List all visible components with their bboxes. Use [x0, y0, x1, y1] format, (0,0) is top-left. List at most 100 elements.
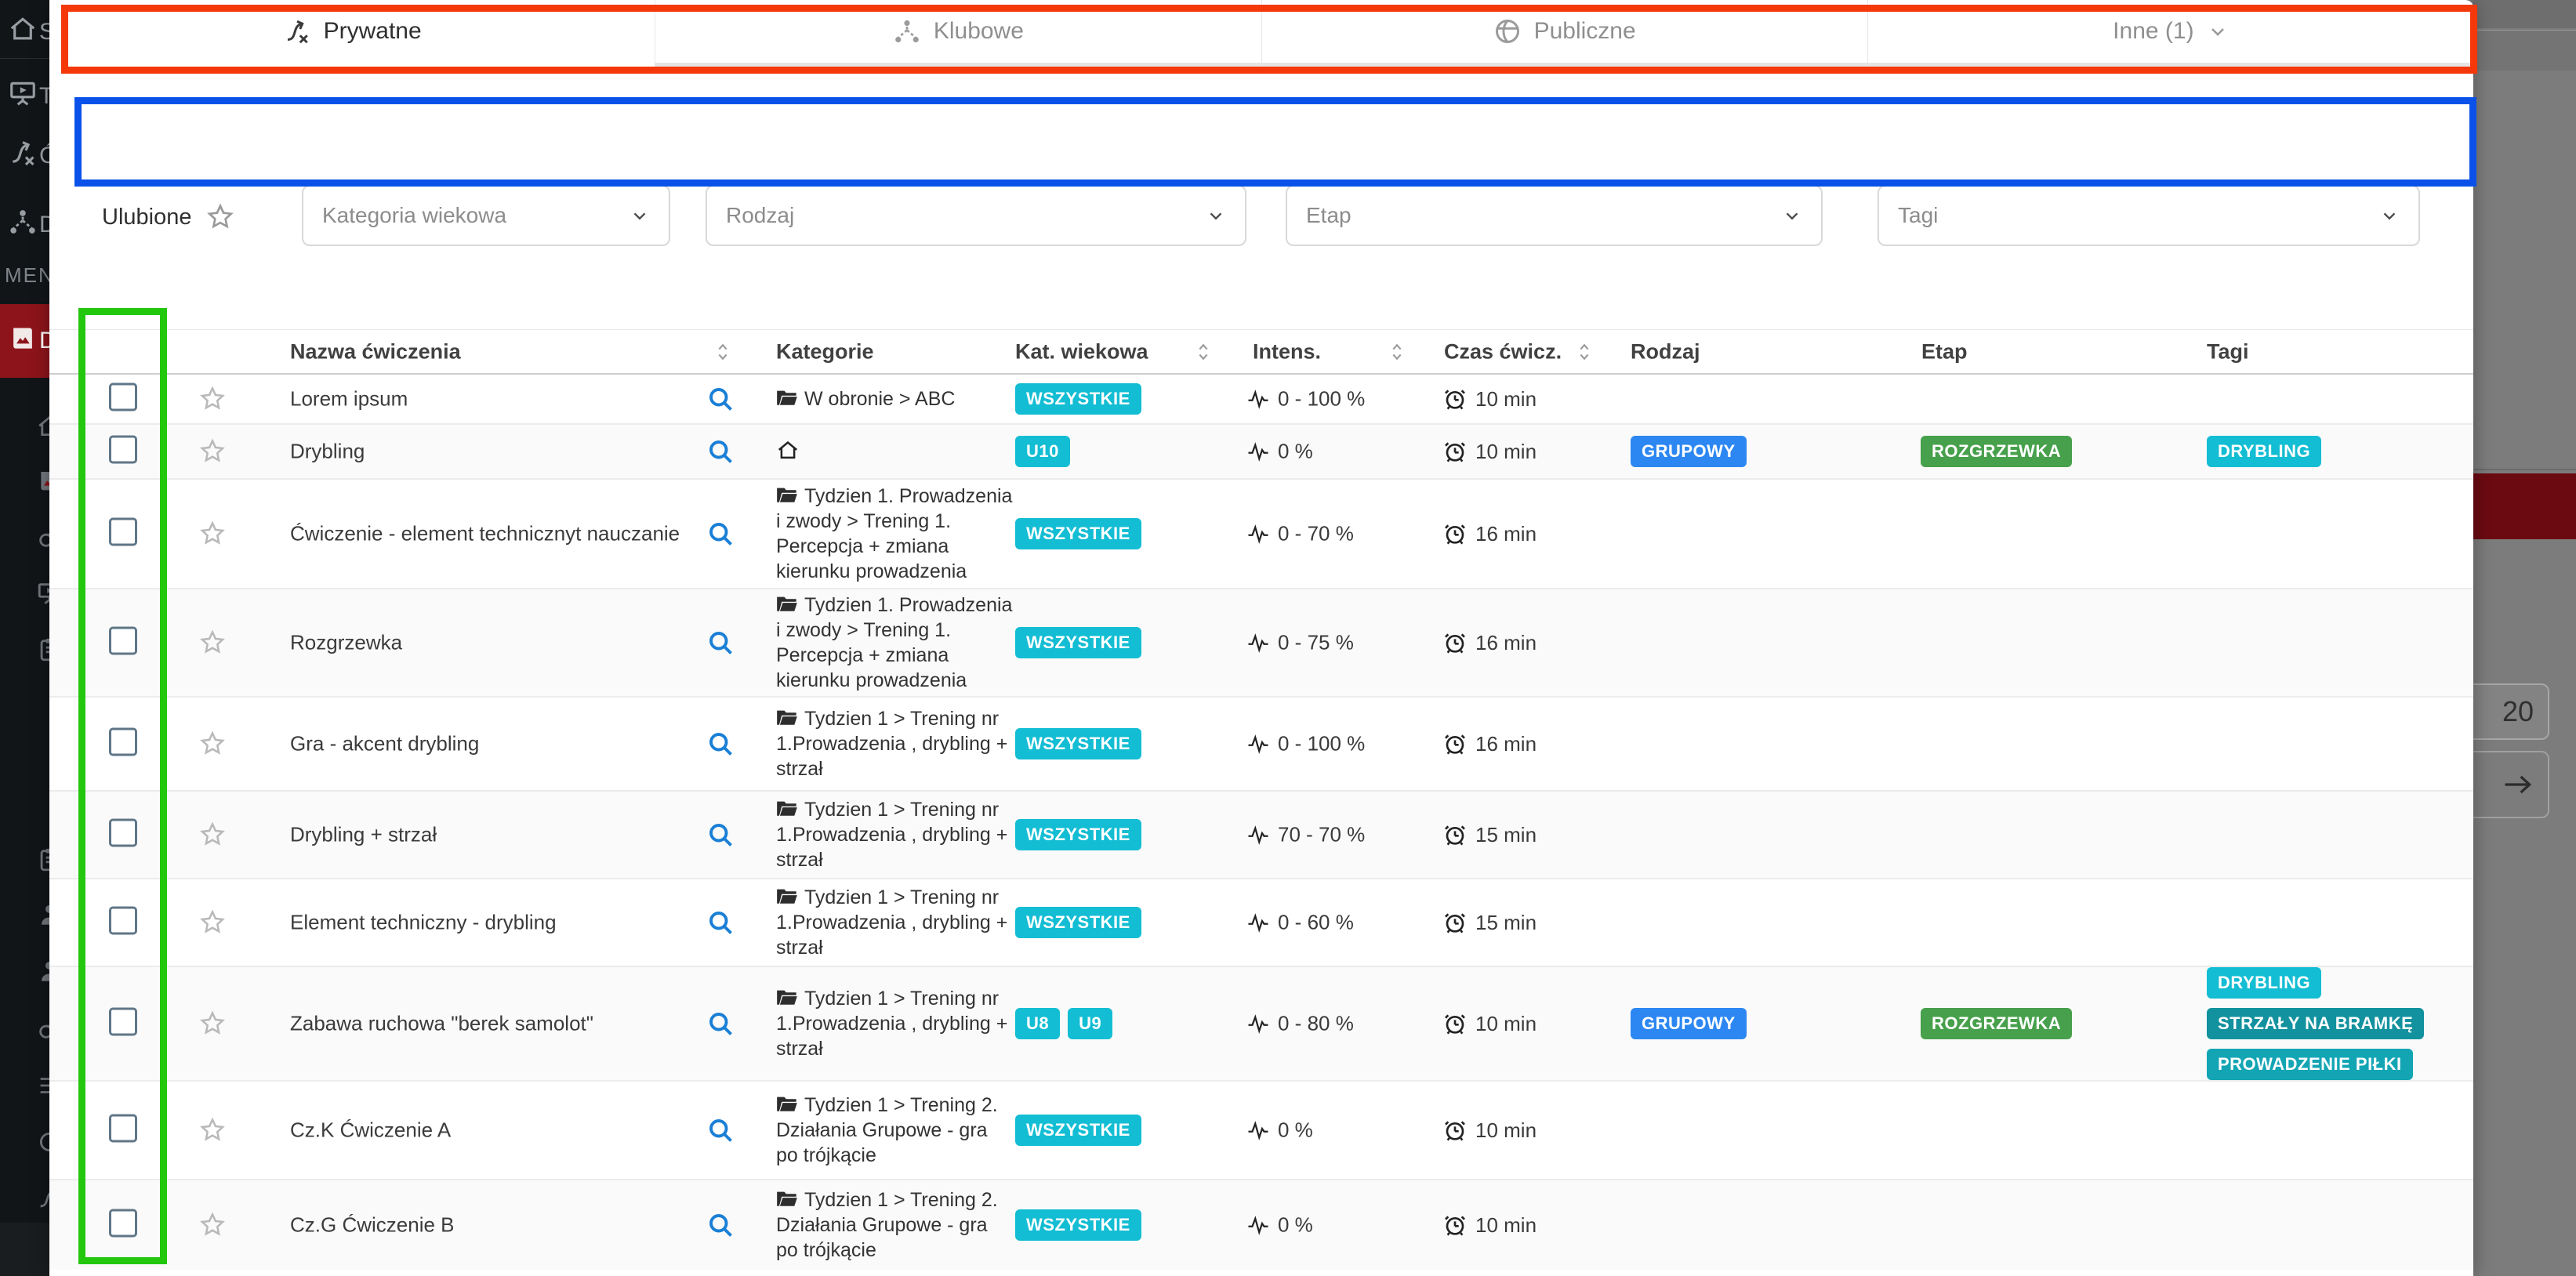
home-icon: [8, 14, 38, 44]
preview-search-icon[interactable]: [706, 821, 735, 849]
favorite-star-icon[interactable]: [198, 1211, 227, 1239]
row-checkbox[interactable]: [109, 1209, 137, 1238]
row-checkbox[interactable]: [109, 1008, 137, 1036]
tactics-icon: [8, 138, 38, 168]
screen-icon[interactable]: [36, 580, 49, 607]
row-checkbox[interactable]: [109, 728, 137, 756]
exercise-name: Ćwiczenie - element technicznyt nauczani…: [290, 522, 680, 546]
sidebar-item-structure[interactable]: D: [0, 201, 49, 248]
table-row: Ćwiczenie - element technicznyt nauczani…: [49, 478, 2473, 588]
preview-search-icon[interactable]: [706, 385, 735, 413]
favorite-star-icon[interactable]: [198, 1010, 227, 1038]
favorite-star-icon[interactable]: [198, 385, 227, 413]
sidebar-divider: [0, 58, 49, 59]
row-checkbox[interactable]: [109, 627, 137, 655]
header-stage: Etap: [1921, 339, 1968, 364]
clipboard-icon[interactable]: [36, 636, 49, 663]
ball-icon[interactable]: [36, 1129, 49, 1155]
kind-badge: GRUPOWY: [1631, 1008, 1747, 1039]
table-row: Cz.G Ćwiczenie B Tydzien 1 > Trening 2. …: [49, 1179, 2473, 1270]
row-checkbox[interactable]: [109, 1115, 137, 1143]
exercise-name: Gra - akcent drybling: [290, 732, 479, 756]
sidebar-item-letter: T: [39, 83, 49, 110]
intensity-pulse-icon: [1246, 911, 1270, 934]
chevron-down-icon: [2207, 20, 2229, 42]
age-badge: U10: [1015, 436, 1070, 467]
home-icon[interactable]: [36, 413, 49, 440]
intensity-pulse-icon: [1246, 1118, 1270, 1142]
header-name[interactable]: Nazwa ćwiczenia: [290, 339, 461, 364]
header-duration[interactable]: Czas ćwicz.: [1444, 339, 1562, 364]
preview-search-icon[interactable]: [706, 730, 735, 758]
stage-badge: ROZGRZEWKA: [1921, 1008, 2072, 1039]
sidebar-item-trainings[interactable]: T: [0, 72, 49, 119]
tactics-icon[interactable]: [36, 1185, 49, 1212]
tab-other[interactable]: Inne (1): [1867, 0, 2473, 71]
header-intensity[interactable]: Intens.: [1253, 339, 1321, 364]
favorite-star-icon[interactable]: [198, 730, 227, 758]
clipboard-icon[interactable]: [36, 846, 49, 873]
favorite-star-icon[interactable]: [198, 908, 227, 937]
category-cell: Tydzien 1. Prowadzenia i zwody > Trening…: [776, 484, 1013, 584]
whistle-icon[interactable]: [36, 1015, 49, 1042]
book-icon[interactable]: [36, 468, 49, 495]
tab-label: Publiczne: [1534, 18, 1636, 45]
preview-search-icon[interactable]: [706, 1116, 735, 1144]
preview-search-icon[interactable]: [706, 520, 735, 548]
list-icon[interactable]: [36, 1072, 49, 1099]
favorite-star-icon[interactable]: [198, 520, 227, 548]
background-block: [2473, 30, 2576, 71]
favorite-star-icon[interactable]: [198, 437, 227, 466]
row-checkbox[interactable]: [109, 383, 137, 411]
sidebar-item-letter: D: [39, 328, 49, 354]
player-icon[interactable]: [36, 958, 49, 984]
library-icon: [8, 324, 38, 353]
header-age[interactable]: Kat. wiekowa: [1015, 339, 1148, 364]
preview-search-icon[interactable]: [706, 437, 735, 466]
alarm-clock-icon: [1442, 1213, 1468, 1238]
row-checkbox[interactable]: [109, 518, 137, 546]
row-checkbox[interactable]: [109, 819, 137, 847]
tag-badge: DRYBLING: [2207, 967, 2321, 999]
age-badge: WSZYSTKIE: [1015, 819, 1141, 850]
sort-icon[interactable]: [1386, 341, 1408, 363]
row-checkbox[interactable]: [109, 436, 137, 464]
background-block: [2473, 0, 2576, 28]
next-arrow-button[interactable]: [2473, 751, 2549, 818]
table-row: Gra - akcent drybling Tydzien 1 > Trenin…: [49, 696, 2473, 790]
tab-private[interactable]: Prywatne: [49, 0, 655, 71]
training-board-icon: [8, 78, 38, 108]
alarm-clock-icon: [1442, 910, 1468, 935]
tab-public[interactable]: Publiczne: [1261, 0, 1867, 71]
sort-icon[interactable]: [712, 341, 734, 363]
background-value-box[interactable]: 20: [2473, 683, 2549, 740]
favorite-star-icon[interactable]: [198, 821, 227, 849]
exercise-name: Lorem ipsum: [290, 387, 408, 411]
row-checkbox[interactable]: [109, 907, 137, 935]
favorite-star-icon[interactable]: [198, 629, 227, 657]
filter-bar: Ulubione Kategoria wiekowa Rodzaj Etap T…: [49, 71, 2473, 188]
age-badge: WSZYSTKIE: [1015, 1115, 1141, 1146]
table-row: Drybling U10 0 % 10 min GRUPOWY ROZGRZEW…: [49, 423, 2473, 478]
club-hierarchy-icon: [893, 17, 921, 45]
sort-icon[interactable]: [1573, 341, 1595, 363]
sidebar-item-active[interactable]: D: [0, 304, 49, 378]
players-icon[interactable]: [36, 901, 49, 928]
tab-club[interactable]: Klubowe: [655, 0, 1261, 71]
favorite-star-icon[interactable]: [198, 1116, 227, 1144]
sidebar-item-start[interactable]: S: [0, 8, 49, 55]
preview-search-icon[interactable]: [706, 629, 735, 657]
category-cell: W obronie > ABC: [776, 386, 1013, 411]
sort-icon[interactable]: [1192, 341, 1214, 363]
preview-search-icon[interactable]: [706, 1010, 735, 1038]
header-tags: Tagi: [2207, 339, 2249, 364]
preview-search-icon[interactable]: [706, 1211, 735, 1239]
header-kind: Rodzaj: [1631, 339, 1700, 364]
preview-search-icon[interactable]: [706, 908, 735, 937]
alarm-clock-icon: [1442, 386, 1468, 411]
category-cell: Tydzien 1 > Trening 2. Działania Grupowe…: [776, 1093, 1013, 1168]
tab-label: Klubowe: [934, 18, 1024, 45]
whistle-icon[interactable]: [36, 524, 49, 550]
sidebar-item-exercises[interactable]: Ć: [0, 132, 49, 179]
age-badge: WSZYSTKIE: [1015, 627, 1141, 658]
